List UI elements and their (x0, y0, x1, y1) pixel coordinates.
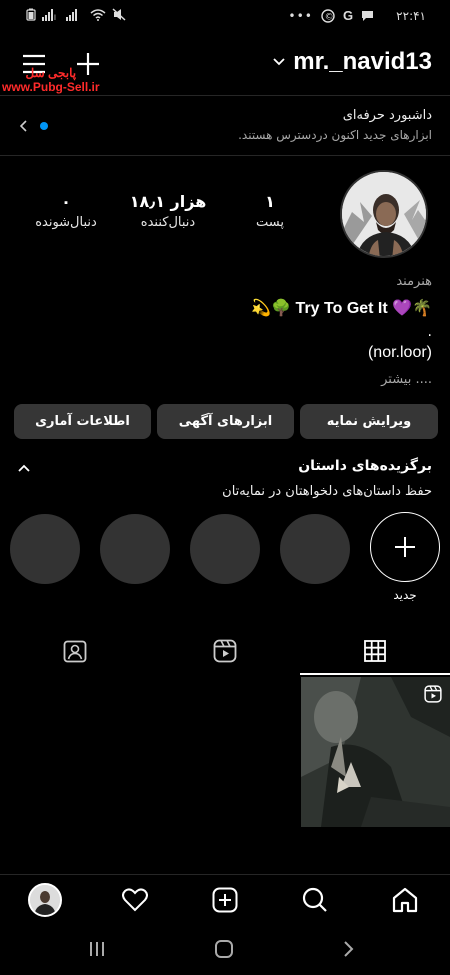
stat-following-value: ۰ (61, 192, 71, 211)
stat-posts[interactable]: ۱ پست (238, 192, 302, 230)
heart-icon[interactable] (122, 888, 148, 912)
battery-icon (26, 8, 36, 21)
bio-category: هنرمند (396, 274, 432, 289)
plus-icon (393, 535, 417, 559)
divider (0, 155, 450, 156)
bio-handle[interactable]: (nor.loor) (368, 344, 432, 362)
bio-line: 💫🌳 Try To Get It 💜🌴 (251, 298, 432, 318)
profile-avatar[interactable] (340, 170, 428, 258)
watermark-line2: www.Pubg-Sell.ir (2, 80, 100, 94)
dashboard-title: داشبورد حرفه‌ای (342, 108, 432, 123)
username-title: mr._navid13 (293, 48, 432, 75)
ad-tools-button[interactable]: ابزارهای آگهی (157, 404, 294, 439)
mute-icon (112, 8, 126, 21)
system-navigation (0, 924, 450, 975)
new-highlight-label: جدید (393, 588, 417, 602)
back-icon[interactable] (342, 940, 354, 958)
bottom-navigation (0, 874, 450, 924)
highlight-placeholder (280, 514, 350, 584)
highlights-subtitle: حفظ داستان‌های دلخواهتان در نمایه‌تان (222, 484, 432, 499)
signal-icon: l (42, 8, 60, 21)
reels-icon (213, 639, 237, 663)
highlight-placeholder (10, 514, 80, 584)
home-icon[interactable] (392, 887, 418, 913)
google-icon: G (343, 8, 354, 23)
recent-apps-icon[interactable] (88, 940, 106, 958)
data-saver-icon: © (321, 8, 335, 23)
active-tab-indicator (300, 673, 450, 675)
bio-dot: . (427, 324, 432, 340)
stat-posts-value: ۱ (265, 192, 275, 211)
stat-following[interactable]: ۰ دنبال‌شونده (22, 192, 110, 230)
status-icons-right: ••• © G ۲۲:۴۱ (288, 8, 426, 23)
notification-dot (40, 122, 48, 130)
tagged-icon (63, 639, 87, 663)
wifi-icon (90, 8, 106, 21)
post-thumbnail[interactable] (301, 677, 450, 827)
divider (0, 95, 450, 96)
bio-text: Try To Get It 💜🌴 (295, 300, 432, 317)
content-tabs (0, 626, 450, 676)
search-icon[interactable] (302, 887, 328, 913)
stat-following-label: دنبال‌شونده (35, 215, 97, 230)
tab-reels[interactable] (150, 626, 300, 676)
chevron-left-icon (20, 120, 28, 132)
edit-profile-button[interactable]: ویرایش نمایه (300, 404, 438, 439)
tab-tagged[interactable] (0, 626, 150, 676)
highlights-title: برگزیده‌های داستان (298, 458, 432, 474)
dashboard-subtitle: ابزارهای جدید اکنون دردسترس هستند. (238, 128, 432, 142)
insights-button[interactable]: اطلاعات آماری (14, 404, 151, 439)
grid-icon (364, 640, 386, 662)
reel-indicator-icon (424, 685, 442, 703)
stat-posts-label: پست (256, 215, 284, 230)
highlight-placeholder (190, 514, 260, 584)
chevron-down-icon (273, 58, 285, 66)
status-dots: ••• (288, 8, 314, 23)
highlight-placeholder (100, 514, 170, 584)
nav-profile-avatar[interactable] (28, 883, 62, 917)
stat-followers-label: دنبال‌کننده (140, 215, 196, 230)
status-bar: l ••• © G ۲۲:۴۱ (0, 0, 450, 32)
message-icon (361, 10, 374, 22)
bio-more-link[interactable]: .... بیشتر (381, 372, 432, 387)
stat-followers-value: ۱۸٫۱ هزار (129, 192, 207, 211)
bio-emoji-prefix: 💫🌳 (251, 300, 296, 317)
new-highlight-button[interactable] (370, 512, 440, 582)
signal-icon-2 (66, 8, 84, 21)
watermark: پابجی سل www.Pubg-Sell.ir (2, 66, 100, 94)
professional-dashboard[interactable]: داشبورد حرفه‌ای ابزارهای جدید اکنون دردس… (0, 98, 450, 154)
account-switcher[interactable]: mr._navid13 (273, 48, 432, 76)
stat-followers[interactable]: ۱۸٫۱ هزار دنبال‌کننده (120, 192, 216, 230)
svg-text:©: © (325, 12, 334, 22)
tab-grid[interactable] (300, 626, 450, 676)
new-post-icon[interactable] (212, 887, 238, 913)
svg-text:l: l (54, 14, 56, 21)
watermark-line1: پابجی سل (25, 66, 77, 80)
status-icons-left: l (26, 8, 126, 21)
status-time: ۲۲:۴۱ (396, 8, 426, 23)
home-button-icon[interactable] (214, 940, 234, 958)
chevron-up-icon[interactable] (18, 464, 30, 472)
